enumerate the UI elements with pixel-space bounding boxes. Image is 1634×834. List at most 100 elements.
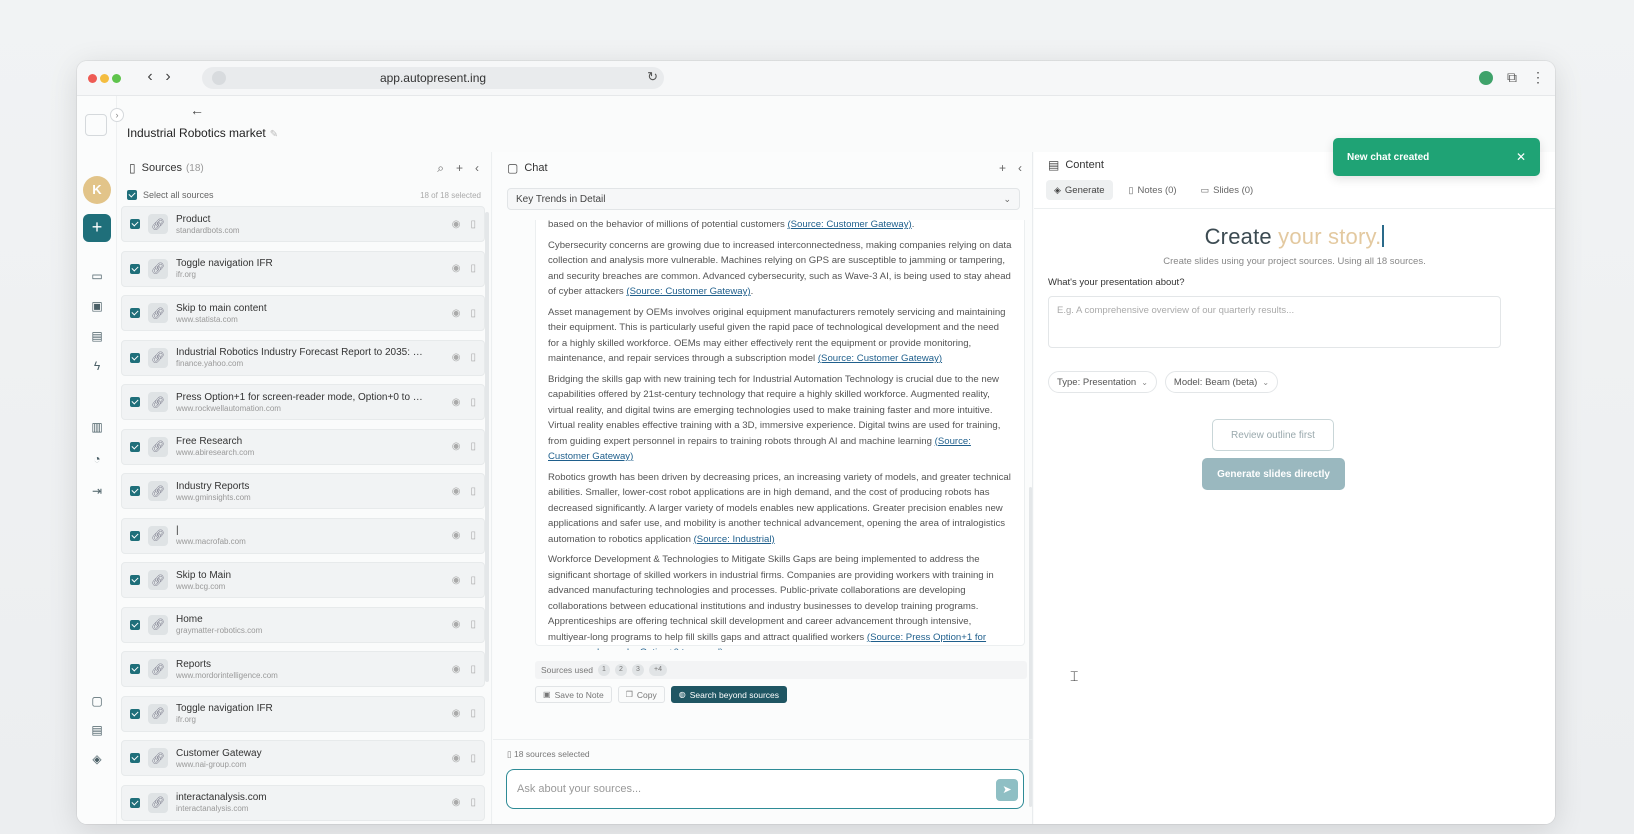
puzzle-icon[interactable]: ⧉ [1507, 69, 1517, 86]
avatar[interactable]: K [83, 176, 111, 204]
eye-icon[interactable]: ◉ [452, 397, 461, 408]
folder-icon[interactable]: ▭ [89, 268, 105, 284]
eye-icon[interactable]: ◉ [452, 575, 461, 586]
trash-icon[interactable]: ▯ [470, 575, 476, 586]
generate-slides-button[interactable]: Generate slides directly [1202, 458, 1345, 490]
chat-scrollbar[interactable] [1029, 487, 1032, 807]
source-checkbox[interactable] [130, 575, 140, 585]
source-item[interactable]: 🔗︎ Home graymatter-robotics.com ◉ ▯ [121, 606, 485, 643]
reload-icon[interactable]: ↻ [647, 69, 658, 85]
search-beyond-sources-button[interactable]: ◍ Search beyond sources [670, 686, 788, 703]
source-item[interactable]: 🔗︎ interactanalysis.com interactanalysis.c… [121, 784, 485, 821]
maximize-window-button[interactable] [112, 74, 121, 83]
search-icon[interactable]: ⌕ [437, 161, 444, 176]
trash-icon[interactable]: ▯ [470, 753, 476, 764]
eye-icon[interactable]: ◉ [452, 219, 461, 230]
select-all-checkbox[interactable] [127, 190, 137, 200]
more-sources-chip[interactable]: +4 [648, 664, 667, 676]
archive-icon[interactable]: ▣ [89, 298, 105, 314]
source-item[interactable]: 🔗︎ Press Option+1 for screen-reader mode,… [121, 384, 485, 420]
trash-icon[interactable]: ▯ [470, 664, 476, 675]
source-item[interactable]: 🔗︎ Skip to Main www.bcg.com ◉ ▯ [121, 562, 485, 598]
edit-title-icon[interactable]: ✎ [270, 129, 278, 140]
eye-icon[interactable]: ◉ [452, 352, 461, 363]
eye-icon[interactable]: ◉ [452, 753, 461, 764]
trash-icon[interactable]: ▯ [470, 308, 476, 319]
source-item[interactable]: 🔗︎ Industry Reports www.gminsights.com ◉ ▯ [121, 473, 485, 509]
source-item[interactable]: 🔗︎ Customer Gateway www.nai-group.com ◉ ▯ [121, 740, 485, 776]
trash-icon[interactable]: ▯ [470, 352, 476, 363]
send-icon[interactable]: ➤ [996, 779, 1018, 801]
address-bar[interactable]: app.autopresent.ing ↻ [202, 67, 664, 89]
user-icon[interactable]: ◔ [89, 451, 105, 467]
close-icon[interactable]: ✕ [1516, 150, 1526, 164]
eye-icon[interactable]: ◉ [452, 664, 461, 675]
source-checkbox[interactable] [130, 219, 140, 229]
extension-icon[interactable] [1479, 70, 1493, 85]
trash-icon[interactable]: ▯ [470, 530, 476, 541]
kebab-menu-icon[interactable]: ⋮ [1531, 69, 1545, 86]
close-window-button[interactable] [88, 74, 97, 83]
trash-icon[interactable]: ▯ [470, 708, 476, 719]
eye-icon[interactable]: ◉ [452, 441, 461, 452]
source-link[interactable]: (Source: Customer Gateway) [626, 286, 750, 297]
source-chip[interactable]: 1 [597, 664, 610, 676]
tab-generate[interactable]: ◈ Generate [1046, 180, 1113, 200]
source-checkbox[interactable] [130, 486, 140, 496]
eye-icon[interactable]: ◉ [452, 530, 461, 541]
source-checkbox[interactable] [130, 397, 140, 407]
add-source-icon[interactable]: + [456, 161, 463, 176]
app-logo[interactable] [85, 114, 107, 136]
new-project-button[interactable]: + [83, 214, 111, 242]
new-chat-icon[interactable]: + [999, 161, 1006, 175]
source-item[interactable]: 🔗︎ Reports www.mordorintelligence.com ◉ ▯ [121, 651, 485, 687]
source-link[interactable]: (Source: Customer Gateway) [818, 353, 942, 364]
source-link[interactable]: (Source: Customer Gateway) [787, 220, 911, 230]
collapse-icon[interactable]: ‹ [1018, 161, 1022, 175]
shield-icon[interactable]: ◈ [89, 751, 105, 767]
type-select[interactable]: Type: Presentation ⌄ [1048, 371, 1157, 393]
tab-notes[interactable]: ▯ Notes (0) [1121, 180, 1185, 200]
source-checkbox[interactable] [130, 441, 140, 452]
eye-icon[interactable]: ◉ [452, 619, 461, 630]
save-to-note-button[interactable]: ▣ Save to Note [535, 686, 612, 703]
source-checkbox[interactable] [130, 753, 140, 763]
source-checkbox[interactable] [130, 263, 140, 274]
ask-input[interactable] [506, 769, 1024, 809]
minimize-window-button[interactable] [100, 74, 109, 83]
source-item[interactable]: 🔗︎ Toggle navigation IFR ifr.org ◉ ▯ [121, 250, 485, 287]
trash-icon[interactable]: ▯ [470, 219, 476, 230]
eye-icon[interactable]: ◉ [452, 486, 461, 497]
bolt-icon[interactable]: ϟ [89, 358, 105, 374]
copy-button[interactable]: ❐ Copy [617, 686, 665, 703]
source-item[interactable]: 🔗︎ Toggle navigation IFR ifr.org ◉ ▯ [121, 695, 485, 732]
eye-icon[interactable]: ◉ [452, 708, 461, 719]
expand-rail-button[interactable]: › [110, 108, 124, 122]
sources-scrollbar[interactable] [485, 212, 489, 682]
tab-slides[interactable]: ▭ Slides (0) [1193, 180, 1262, 200]
eye-icon[interactable]: ◉ [452, 263, 461, 274]
forward-nav-icon[interactable]: › [159, 68, 177, 86]
trash-icon[interactable]: ▯ [470, 797, 476, 808]
model-select[interactable]: Model: Beam (beta) ⌄ [1164, 371, 1279, 393]
back-arrow-icon[interactable]: ← [190, 102, 204, 118]
trash-icon[interactable]: ▯ [470, 397, 476, 408]
source-link[interactable]: (Source: Industrial) [694, 534, 775, 545]
source-chip[interactable]: 2 [614, 664, 627, 676]
source-checkbox[interactable] [130, 352, 140, 363]
source-checkbox[interactable] [130, 708, 140, 719]
chat-topic-select[interactable]: Key Trends in Detail ⌄ [507, 188, 1020, 210]
source-item[interactable]: 🔗︎ Product standardbots.com ◉ ▯ [121, 206, 485, 242]
source-item[interactable]: 🔗︎ Industrial Robotics Industry Forecast … [121, 339, 485, 376]
trash-icon[interactable]: ▯ [470, 619, 476, 630]
eye-icon[interactable]: ◉ [452, 797, 461, 808]
chat-bubble-icon[interactable]: ▢ [89, 693, 105, 709]
source-item[interactable]: 🔗︎ Skip to main content www.statista.com ◉ ▯ [121, 295, 485, 331]
review-outline-button[interactable]: Review outline first [1212, 419, 1334, 451]
source-item[interactable]: 🔗︎ | www.macrofab.com ◉ ▯ [121, 517, 485, 554]
source-checkbox[interactable] [130, 619, 140, 630]
trash-icon[interactable]: ▯ [470, 263, 476, 274]
eye-icon[interactable]: ◉ [452, 308, 461, 319]
site-info-icon[interactable] [212, 71, 226, 85]
select-all-row[interactable]: Select all sources 18 of 18 selected [117, 184, 491, 206]
